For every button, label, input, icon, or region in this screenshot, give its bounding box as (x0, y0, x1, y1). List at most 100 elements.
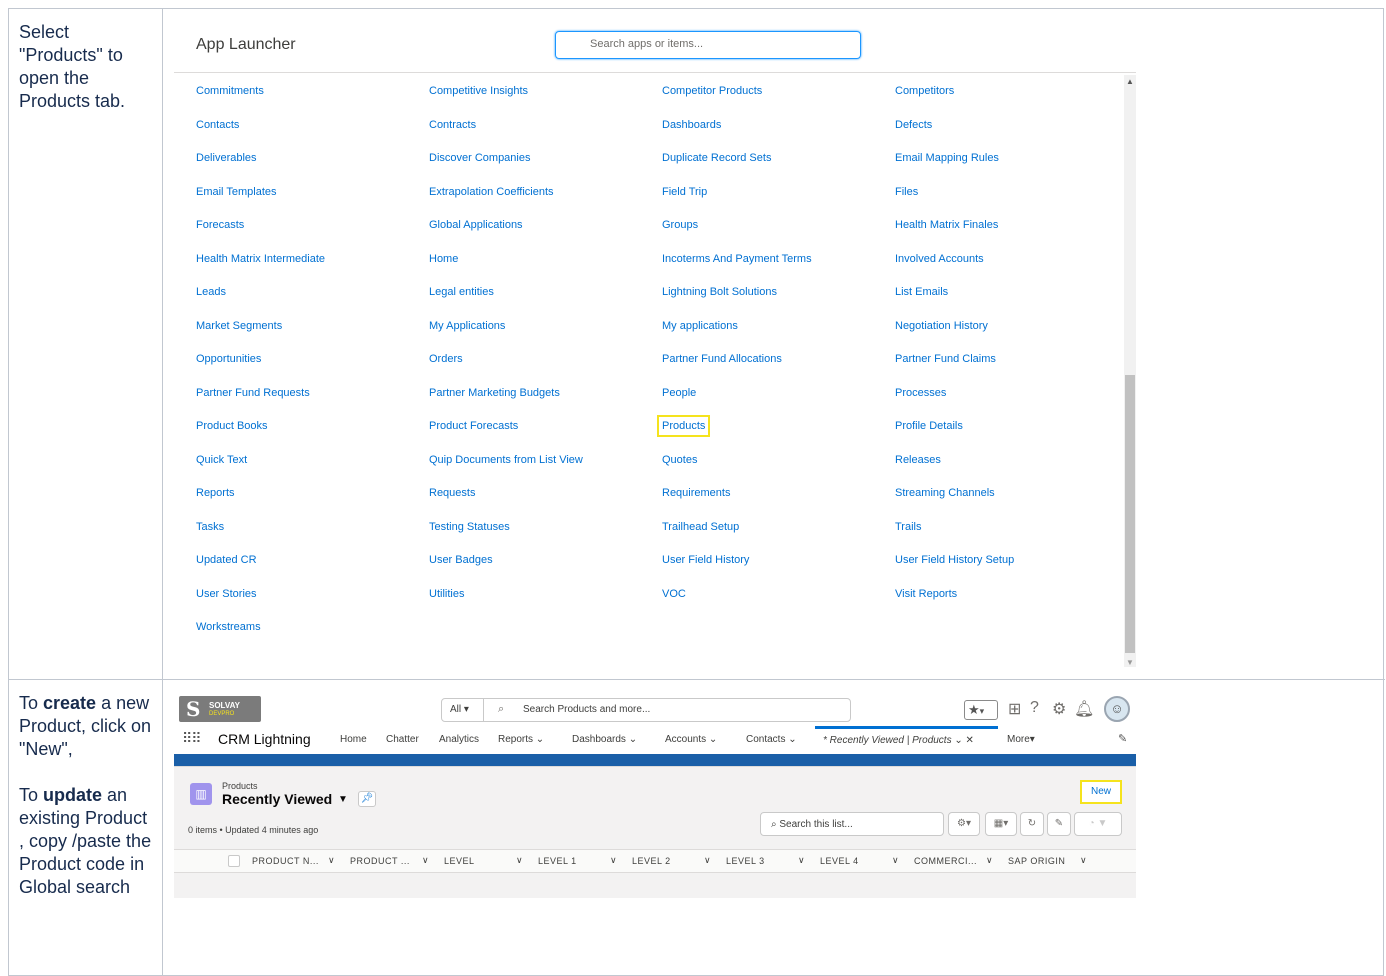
app-launcher-item[interactable]: Quip Documents from List View (429, 454, 583, 466)
app-launcher-item[interactable]: Contacts (196, 119, 239, 131)
chevron-down-icon[interactable]: ⌄ (709, 734, 717, 745)
close-icon[interactable]: ✕ (966, 735, 974, 746)
chevron-down-icon[interactable]: ∨ (798, 855, 805, 866)
column-header[interactable]: PRODUCT ... (350, 856, 410, 866)
nav-item-contacts[interactable]: Contacts ⌄ (746, 734, 797, 745)
chevron-down-icon[interactable]: ∨ (328, 855, 335, 866)
app-launcher-item[interactable]: Testing Statuses (429, 521, 510, 533)
chevron-down-icon[interactable]: ∨ (422, 855, 429, 866)
app-launcher-item[interactable]: Groups (662, 219, 698, 231)
edit-list-button[interactable]: ✎ (1047, 812, 1071, 836)
app-launcher-item[interactable]: My Applications (429, 320, 505, 332)
nav-item-accounts[interactable]: Accounts ⌄ (665, 734, 717, 745)
column-header[interactable]: LEVEL 3 (726, 856, 765, 866)
chevron-down-icon[interactable]: ∨ (704, 855, 711, 866)
chevron-down-icon[interactable]: ∨ (1080, 855, 1087, 866)
new-button[interactable]: New (1080, 780, 1122, 804)
chevron-down-icon[interactable]: ∨ (986, 855, 993, 866)
app-launcher-item[interactable]: Trails (895, 521, 921, 533)
nav-item-chatter[interactable]: Chatter (386, 734, 419, 745)
list-view-name[interactable]: Recently Viewed (222, 791, 332, 807)
app-launcher-item[interactable]: Files (895, 186, 918, 198)
app-launcher-item[interactable]: Legal entities (429, 286, 494, 298)
app-launcher-item[interactable]: Forecasts (196, 219, 244, 231)
favorites-button[interactable]: ★▾ (964, 700, 998, 720)
app-launcher-item[interactable]: Duplicate Record Sets (662, 152, 771, 164)
column-header[interactable]: LEVEL 1 (538, 856, 577, 866)
chevron-down-icon[interactable]: ∨ (610, 855, 617, 866)
app-launcher-item[interactable]: Workstreams (196, 621, 261, 633)
list-settings-button[interactable]: ⚙▾ (948, 812, 980, 836)
app-launcher-item[interactable]: Trailhead Setup (662, 521, 739, 533)
app-launcher-item[interactable]: Profile Details (895, 420, 963, 432)
app-launcher-item[interactable]: Involved Accounts (895, 253, 984, 265)
app-launcher-item[interactable]: Streaming Channels (895, 487, 995, 499)
app-launcher-item[interactable]: Releases (895, 454, 941, 466)
refresh-button[interactable]: ↻ (1020, 812, 1044, 836)
app-launcher-item[interactable]: Partner Marketing Budgets (429, 387, 560, 399)
search-scope-select[interactable]: All ▾ (442, 699, 484, 721)
app-launcher-item[interactable]: Email Mapping Rules (895, 152, 999, 164)
avatar[interactable]: ☺ (1104, 696, 1130, 722)
global-search[interactable]: All ▾ ⌕ Search Products and more... (441, 698, 851, 722)
column-header[interactable]: COMMERCI... (914, 856, 977, 866)
app-launcher-item[interactable]: Field Trip (662, 186, 707, 198)
app-launcher-item[interactable]: Negotiation History (895, 320, 988, 332)
app-launcher-item[interactable]: Discover Companies (429, 152, 530, 164)
app-launcher-item[interactable]: Orders (429, 353, 463, 365)
app-launcher-item[interactable]: Global Applications (429, 219, 523, 231)
nav-more[interactable]: More▾ (1007, 734, 1035, 745)
app-launcher-item[interactable]: Competitive Insights (429, 85, 528, 97)
filter-icon[interactable]: ▼ (1097, 818, 1107, 829)
app-launcher-item[interactable]: List Emails (895, 286, 948, 298)
display-as-button[interactable]: ▦▾ (985, 812, 1017, 836)
app-launcher-item[interactable]: Partner Fund Claims (895, 353, 996, 365)
app-launcher-item[interactable]: Visit Reports (895, 588, 957, 600)
app-launcher-item[interactable]: People (662, 387, 696, 399)
chevron-down-icon[interactable]: ⌄ (788, 734, 796, 745)
app-launcher-item[interactable]: Partner Fund Allocations (662, 353, 782, 365)
app-launcher-item[interactable]: Quick Text (196, 454, 247, 466)
pin-icon[interactable]: 📌︎ (358, 791, 376, 807)
caret-down-icon[interactable]: ▼ (338, 794, 348, 805)
app-launcher-item[interactable]: Updated CR (196, 554, 257, 566)
app-launcher-item[interactable]: Email Templates (196, 186, 277, 198)
add-icon[interactable]: ⊞ (1008, 699, 1021, 719)
app-launcher-item[interactable]: Contracts (429, 119, 476, 131)
app-launcher-item[interactable]: Incoterms And Payment Terms (662, 253, 812, 265)
app-launcher-icon[interactable]: ⠿⠿ (182, 730, 201, 747)
search-input[interactable]: Search Products and more... (523, 704, 650, 715)
nav-item-reports[interactable]: Reports ⌄ (498, 734, 544, 745)
app-launcher-item[interactable]: Competitor Products (662, 85, 762, 97)
app-launcher-item[interactable]: Deliverables (196, 152, 257, 164)
tab-recently-viewed-products[interactable]: * Recently Viewed | Products ⌄ ✕ (815, 726, 998, 754)
app-launcher-item[interactable]: Product Books (196, 420, 268, 432)
chevron-down-icon[interactable]: ⌄ (629, 734, 637, 745)
app-launcher-item[interactable]: Market Segments (196, 320, 282, 332)
logo[interactable]: S SOLVAY DEVPRO (179, 696, 261, 722)
app-launcher-item[interactable]: Product Forecasts (429, 420, 518, 432)
app-launcher-item[interactable]: Utilities (429, 588, 464, 600)
scroll-down-icon[interactable]: ▼ (1126, 658, 1134, 667)
app-launcher-item[interactable]: User Badges (429, 554, 493, 566)
app-launcher-item[interactable]: Extrapolation Coefficients (429, 186, 554, 198)
app-launcher-item[interactable]: Health Matrix Finales (895, 219, 998, 231)
scroll-up-icon[interactable]: ▲ (1126, 77, 1134, 86)
app-launcher-item[interactable]: Quotes (662, 454, 697, 466)
app-launcher-item[interactable]: My applications (662, 320, 738, 332)
app-launcher-item[interactable]: Competitors (895, 85, 954, 97)
app-launcher-item[interactable]: Health Matrix Intermediate (196, 253, 325, 265)
column-header[interactable]: SAP ORIGIN (1008, 856, 1065, 866)
app-launcher-item[interactable]: Defects (895, 119, 932, 131)
notification-bell-icon[interactable]: 🔔︎ (1074, 699, 1094, 719)
edit-nav-icon[interactable]: ✎ (1118, 732, 1127, 745)
app-launcher-item[interactable]: Reports (196, 487, 235, 499)
column-header[interactable]: LEVEL 2 (632, 856, 671, 866)
app-launcher-item[interactable]: User Stories (196, 588, 257, 600)
scrollbar[interactable]: ▲ ▼ (1124, 75, 1136, 667)
help-icon[interactable]: ? (1030, 699, 1039, 717)
app-launcher-item[interactable]: Processes (895, 387, 946, 399)
app-launcher-item[interactable]: Home (429, 253, 458, 265)
setup-gear-icon[interactable]: ⚙ (1052, 699, 1066, 719)
nav-item-dashboards[interactable]: Dashboards ⌄ (572, 734, 637, 745)
